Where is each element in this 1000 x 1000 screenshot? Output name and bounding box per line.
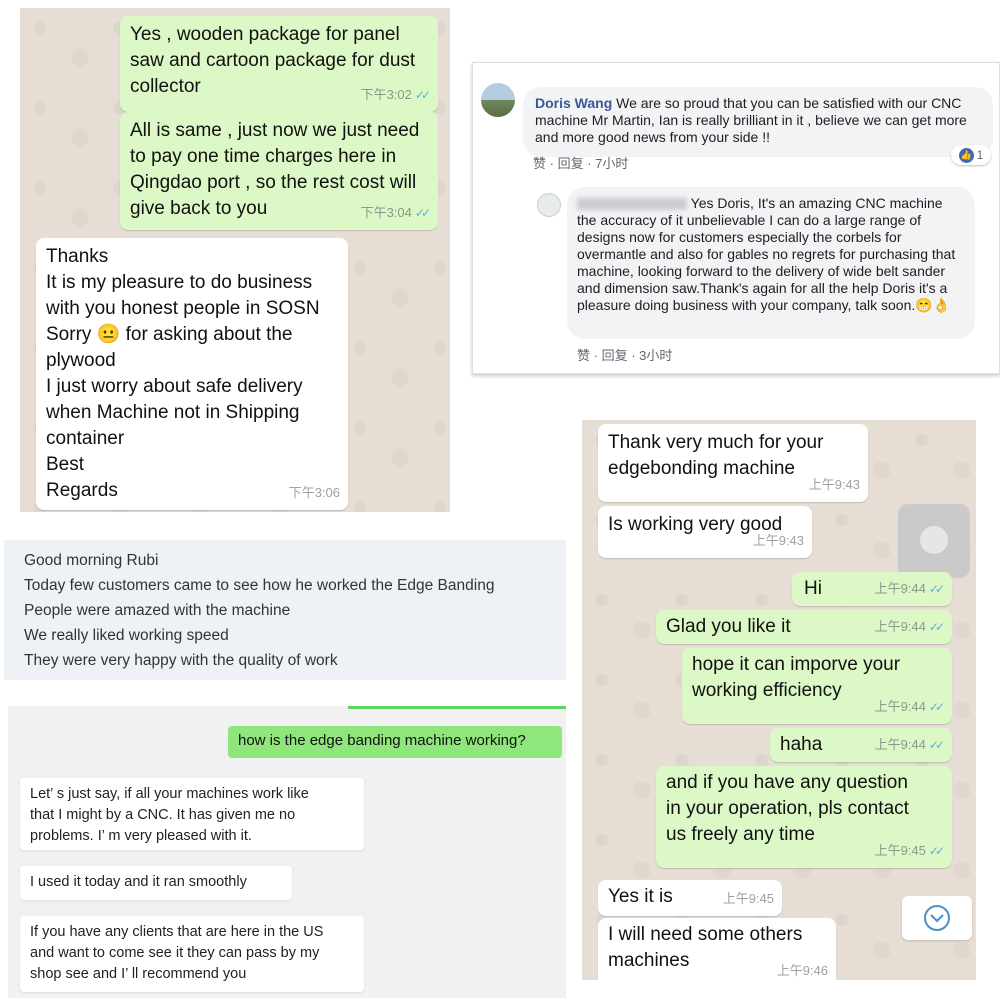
comment-actions: 赞 · 回复 · 7小时: [533, 156, 629, 171]
double-check-icon: ✓✓: [928, 700, 945, 714]
message-time: 上午9:44: [874, 619, 926, 634]
reaction-count[interactable]: 👍 1: [951, 145, 991, 165]
whatsapp-chat-right: Thank very much for your edgebonding mac…: [582, 420, 976, 980]
message-bubble[interactable]: hope it can imporve your working efficie…: [682, 648, 952, 724]
reply-bubble: Yes Doris, It's an amazing CNC machine t…: [567, 187, 975, 339]
message-time: 上午9:44: [874, 699, 926, 714]
message-bubble[interactable]: and if you have any question in your ope…: [656, 766, 952, 868]
comment-bubble: Doris Wang We are so proud that you can …: [523, 87, 993, 157]
chat-us-customer: how is the edge banding machine working?…: [8, 706, 566, 998]
scroll-down-icon[interactable]: [902, 896, 972, 940]
incoming-message[interactable]: Let’ s just say, if all your machines wo…: [20, 778, 364, 850]
reply-link[interactable]: 回复: [558, 156, 584, 171]
chat-rubi: Good morning Rubi Today few customers ca…: [4, 540, 566, 680]
message-line: We really liked working speed: [24, 627, 229, 644]
message-time: 下午3:02: [360, 87, 412, 102]
message-bubble[interactable]: haha 上午9:44 ✓✓: [770, 728, 952, 762]
commenter-name[interactable]: Doris Wang: [535, 95, 612, 111]
double-check-icon: ✓✓: [928, 582, 945, 596]
message-time: 上午9:44: [874, 737, 926, 752]
comment-time: 7小时: [595, 156, 629, 171]
like-link[interactable]: 赞: [577, 348, 590, 363]
outgoing-message[interactable]: how is the edge banding machine working?: [228, 726, 562, 758]
avatar[interactable]: [481, 83, 515, 117]
message-time: 上午9:45: [722, 891, 774, 906]
reply-actions: 赞 · 回复 · 3小时: [577, 348, 673, 363]
message-time: 上午9:43: [752, 533, 804, 548]
message-bubble[interactable]: Thanks It is my pleasure to do business …: [36, 238, 348, 510]
message-block: Good morning Rubi Today few customers ca…: [24, 548, 564, 673]
message-bubble[interactable]: Is working very good 上午9:43: [598, 506, 812, 558]
message-line: They were very happy with the quality of…: [24, 652, 338, 669]
message-bubble[interactable]: Hi 上午9:44 ✓✓: [792, 572, 952, 606]
double-check-icon: ✓✓: [928, 620, 945, 634]
double-check-icon: ✓✓: [928, 738, 945, 752]
message-time: 上午9:46: [776, 963, 828, 978]
message-bubble[interactable]: Thank very much for your edgebonding mac…: [598, 424, 868, 502]
double-check-icon: ✓✓: [928, 844, 945, 858]
message-bubble[interactable]: I will need some others machines 上午9:46: [598, 918, 836, 980]
chevron-down-icon: [924, 905, 950, 931]
floating-bubble-button[interactable]: [898, 504, 970, 578]
incoming-message[interactable]: I used it today and it ran smoothly: [20, 866, 292, 900]
reply-link[interactable]: 回复: [602, 348, 628, 363]
message-time: 下午3:06: [288, 485, 340, 500]
redacted-name: [577, 198, 687, 211]
message-bubble[interactable]: Yes , wooden package for panel saw and c…: [120, 16, 438, 112]
reply-time: 3小时: [639, 348, 673, 363]
message-time: 上午9:44: [874, 581, 926, 596]
message-bubble[interactable]: Glad you like it 上午9:44 ✓✓: [656, 610, 952, 644]
message-text: Thanks It is my pleasure to do business …: [46, 246, 320, 501]
message-time: 上午9:43: [808, 477, 860, 492]
like-reaction-icon: 👍: [958, 147, 974, 163]
reply-text: Yes Doris, It's an amazing CNC machine t…: [577, 195, 956, 313]
message-text: and if you have any question in your ope…: [666, 772, 909, 845]
like-link[interactable]: 赞: [533, 156, 546, 171]
message-bubble[interactable]: Yes it is 上午9:45: [598, 880, 782, 916]
avatar[interactable]: [537, 193, 561, 217]
message-time: 下午3:04: [360, 205, 412, 220]
floating-bubble-icon: [920, 526, 948, 554]
divider: [348, 706, 566, 709]
message-line: Today few customers came to see how he w…: [24, 577, 495, 594]
message-bubble[interactable]: All is same , just now we just need to p…: [120, 112, 438, 230]
message-line: People were amazed with the machine: [24, 602, 291, 619]
facebook-comments: Doris Wang We are so proud that you can …: [472, 62, 1000, 374]
double-check-icon: ✓✓: [414, 88, 431, 102]
message-line: Good morning Rubi: [24, 552, 159, 569]
whatsapp-chat-top: Yes , wooden package for panel saw and c…: [20, 8, 450, 512]
incoming-message[interactable]: If you have any clients that are here in…: [20, 916, 364, 992]
message-time: 上午9:45: [874, 843, 926, 858]
double-check-icon: ✓✓: [414, 206, 431, 220]
